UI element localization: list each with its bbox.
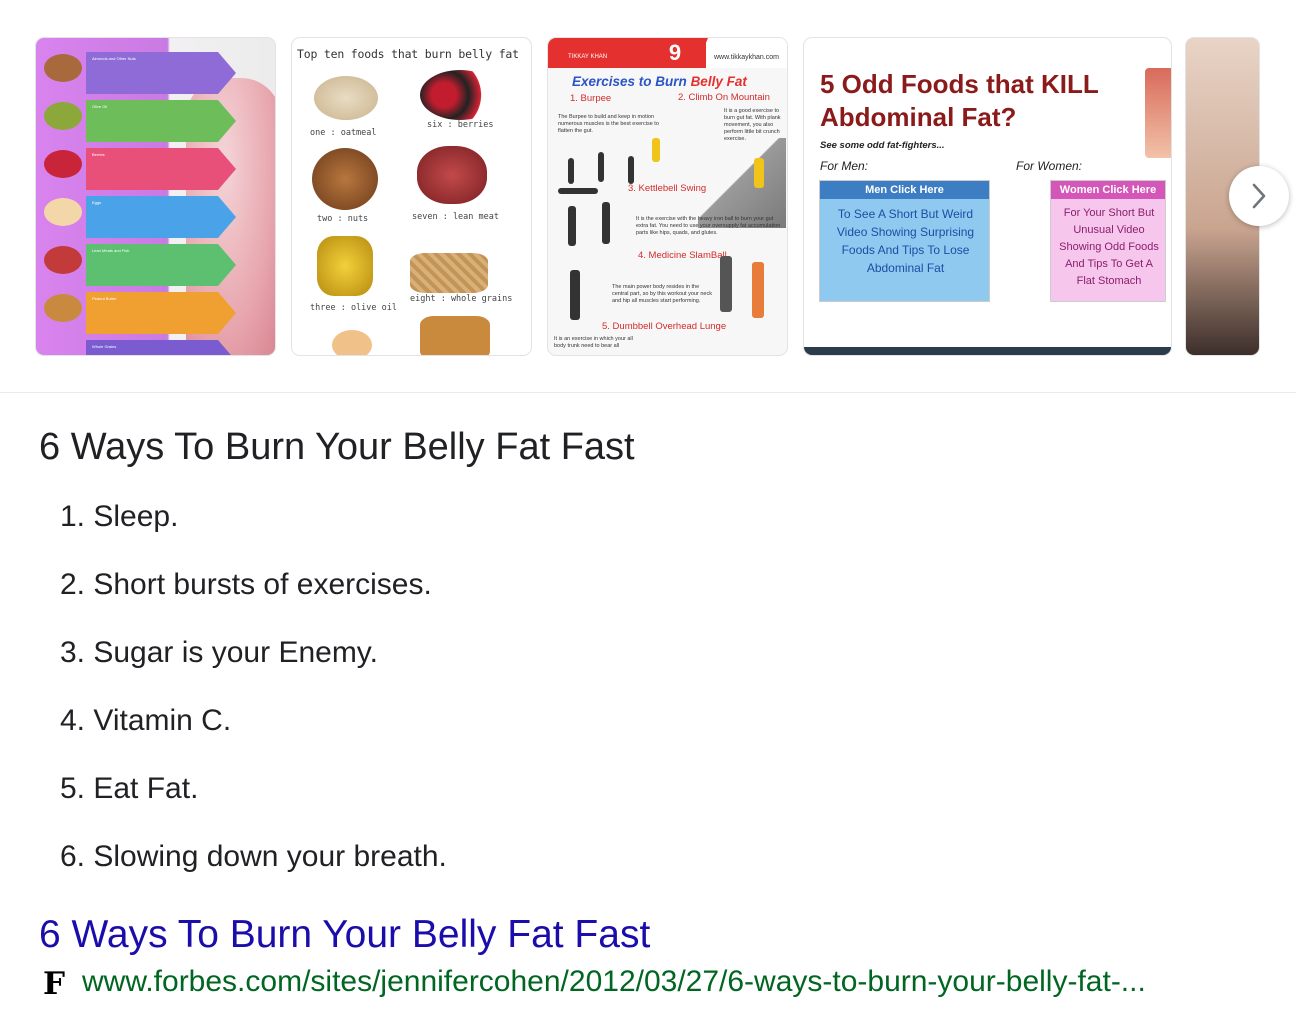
ad-subtitle: See some odd fat-fighters... xyxy=(820,140,945,151)
snippet-list: 1. Sleep. 2. Short bursts of exercises. … xyxy=(60,500,447,908)
exercise-step: 1. Burpee xyxy=(570,93,612,104)
anatomy-illustration xyxy=(1145,68,1171,158)
list-item: 6. Slowing down your breath. xyxy=(60,840,447,873)
meat-image xyxy=(44,246,82,274)
figure-icon xyxy=(652,138,660,162)
figure-icon xyxy=(752,262,764,318)
site-url: www.tikkaykhan.com xyxy=(714,54,779,61)
image-carousel: Almonds and Other Nuts Olive Oil Berries… xyxy=(0,0,1296,393)
list-item: 1. Sleep. xyxy=(60,500,179,533)
brand-label: TIKKAY KHAN xyxy=(568,54,608,60)
caption-tag: Lean Meats and Fish xyxy=(86,244,236,286)
caption-tag: Berries xyxy=(86,148,236,190)
forbes-favicon-icon: F xyxy=(43,966,66,1002)
figure-icon xyxy=(568,158,574,184)
olive-oil-image xyxy=(317,236,373,296)
figure-icon xyxy=(754,158,764,188)
exercise-description: The main power body resides in the centr… xyxy=(612,284,712,304)
berries-image xyxy=(420,70,500,120)
food-label: one : oatmeal xyxy=(310,128,377,138)
women-click-text: For Your Short But Unusual Video Showing… xyxy=(1059,207,1159,287)
oatmeal-image xyxy=(314,76,378,120)
caption-tag: Peanut Butter xyxy=(86,292,236,334)
exercise-step: 5. Dumbbell Overhead Lunge xyxy=(602,321,727,332)
whole-grains-image xyxy=(410,253,488,293)
carousel-image-odd-foods[interactable]: 5 Odd Foods that KILL Abdominal Fat? See … xyxy=(803,37,1172,356)
food-label: six : berries xyxy=(427,120,494,130)
exercise-step: 3. Kettlebell Swing xyxy=(628,183,707,194)
almonds-image xyxy=(44,54,82,82)
exercise-step: 4. Medicine SlamBall xyxy=(638,250,727,261)
list-item: 3. Sugar is your Enemy. xyxy=(60,636,378,669)
eggs-image xyxy=(44,198,82,226)
number-badge: 9 xyxy=(644,38,706,68)
result-title-link[interactable]: 6 Ways To Burn Your Belly Fat Fast xyxy=(39,913,650,957)
olive-oil-image xyxy=(44,102,82,130)
carousel-image-women-foods[interactable]: Almonds and Other Nuts Olive Oil Berries… xyxy=(35,37,276,356)
list-item: 4. Vitamin C. xyxy=(60,704,232,737)
exercise-description: It is an exercise in which your all body… xyxy=(554,336,633,349)
food-label: three : olive oil xyxy=(310,303,397,313)
snippet-heading: 6 Ways To Burn Your Belly Fat Fast xyxy=(39,426,635,468)
food-label: two : nuts xyxy=(317,214,369,224)
mountain-illustration xyxy=(698,138,786,228)
for-women-label: For Women: xyxy=(1016,159,1083,173)
figure-icon xyxy=(598,152,604,182)
caption-tag: Almonds and Other Nuts xyxy=(86,52,236,94)
food-label: seven : lean meat xyxy=(412,212,499,222)
men-click-box: Men Click Here To See A Short But Weird … xyxy=(819,180,990,302)
carousel-image-top-ten-foods[interactable]: Top ten foods that burn belly fat one : … xyxy=(291,37,532,356)
figure-icon xyxy=(720,256,732,312)
peanut-butter-image xyxy=(420,316,490,355)
figure-icon xyxy=(628,156,634,184)
berries-image xyxy=(44,150,82,178)
lean-meat-image xyxy=(417,146,487,204)
result-url: www.forbes.com/sites/jennifercohen/2012/… xyxy=(82,965,1146,998)
eggs-image xyxy=(332,330,372,355)
food-label: eight : whole grains xyxy=(410,294,513,304)
carousel-next-button[interactable] xyxy=(1229,166,1289,226)
list-item: 5. Eat Fat. xyxy=(60,772,199,805)
men-click-text: To See A Short But Weird Video Showing S… xyxy=(836,207,975,275)
exercise-description: The Burpee to build and keep in motion n… xyxy=(558,114,659,134)
caption-tag: Eggs xyxy=(86,196,236,238)
men-click-header: Men Click Here xyxy=(820,181,989,199)
figure-icon xyxy=(568,206,576,246)
women-click-header: Women Click Here xyxy=(1051,181,1165,199)
peanut-butter-image xyxy=(44,294,82,322)
exercise-step: 2. Climb On Mountain xyxy=(678,92,770,103)
exercise-description: It is the exercise with the heavy iron b… xyxy=(636,216,781,236)
ad-title: 5 Odd Foods that KILL Abdominal Fat? xyxy=(820,69,1099,132)
women-click-box: Women Click Here For Your Short But Unus… xyxy=(1050,180,1166,302)
list-item: 2. Short bursts of exercises. xyxy=(60,568,432,601)
figure-icon xyxy=(558,188,598,194)
figure-icon xyxy=(602,202,610,244)
caption-tag: Olive Oil xyxy=(86,100,236,142)
nuts-image xyxy=(312,148,378,210)
caption-tag: Whole Grains xyxy=(86,340,236,355)
carousel-image-exercises[interactable]: 9 TIKKAY KHAN www.tikkaykhan.com Exercis… xyxy=(547,37,788,356)
divider xyxy=(804,347,1171,355)
figure-icon xyxy=(570,270,580,320)
chevron-right-icon xyxy=(1252,183,1266,209)
image-title: Exercises to Burn Belly Fat xyxy=(572,74,747,89)
image-title: Top ten foods that burn belly fat xyxy=(297,47,519,61)
for-men-label: For Men: xyxy=(820,159,869,173)
